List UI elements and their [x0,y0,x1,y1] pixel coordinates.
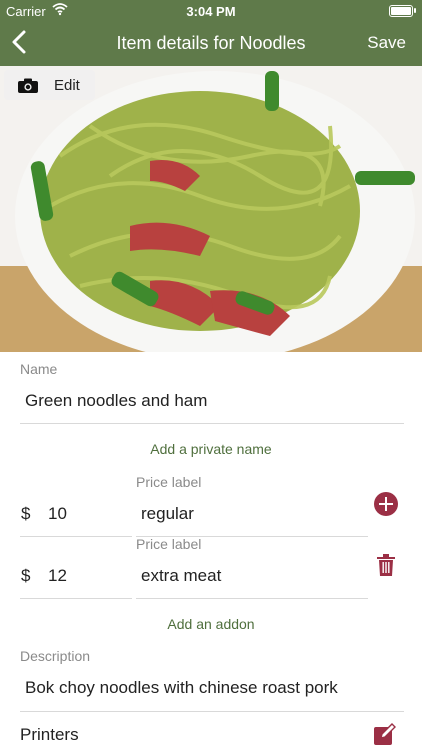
add-addon-link[interactable]: Add an addon [0,616,422,632]
battery-icon [389,5,413,17]
edit-photo-button[interactable]: Edit [4,70,95,100]
printers-label: Printers [20,725,79,744]
plus-circle-icon[interactable] [374,492,398,516]
add-private-name-link[interactable]: Add a private name [0,441,422,457]
name-label: Name [20,361,58,377]
noodles-photo [0,66,422,352]
description-field[interactable]: Bok choy noodles with chinese roast pork [25,678,338,698]
price-label-field-1[interactable]: regular [141,504,194,524]
price-label-field-2[interactable]: extra meat [141,566,221,586]
trash-icon[interactable] [377,554,395,576]
save-button[interactable]: Save [367,33,406,53]
description-underline [20,711,404,712]
navigation-bar: Item details for Noodles Save [0,22,422,66]
item-photo[interactable] [0,66,422,352]
price-amount-field-2[interactable]: 12 [48,566,67,586]
price-label-caption-1: Price label [136,474,202,490]
price-label-underline-2 [136,598,368,599]
nav-title: Item details for Noodles [116,33,306,53]
status-time: 3:04 PM [186,4,236,19]
name-field[interactable]: Green noodles and ham [25,391,207,411]
currency-symbol-1: $ [21,504,31,523]
top-bar: Carrier 3:04 PM Item details for Noodles… [0,0,422,66]
edit-pencil-icon[interactable] [373,722,397,746]
price-label-caption-2: Price label [136,536,202,552]
edit-label: Edit [54,77,80,94]
price-amount-underline-1 [20,536,132,537]
name-underline [20,423,404,424]
price-amount-underline-2 [20,598,132,599]
battery-tip [414,8,416,13]
camera-icon [18,78,38,93]
currency-symbol-2: $ [21,566,31,585]
status-bar: Carrier 3:04 PM [0,0,422,22]
description-label: Description [20,648,91,664]
price-amount-field-1[interactable]: 10 [48,504,67,524]
